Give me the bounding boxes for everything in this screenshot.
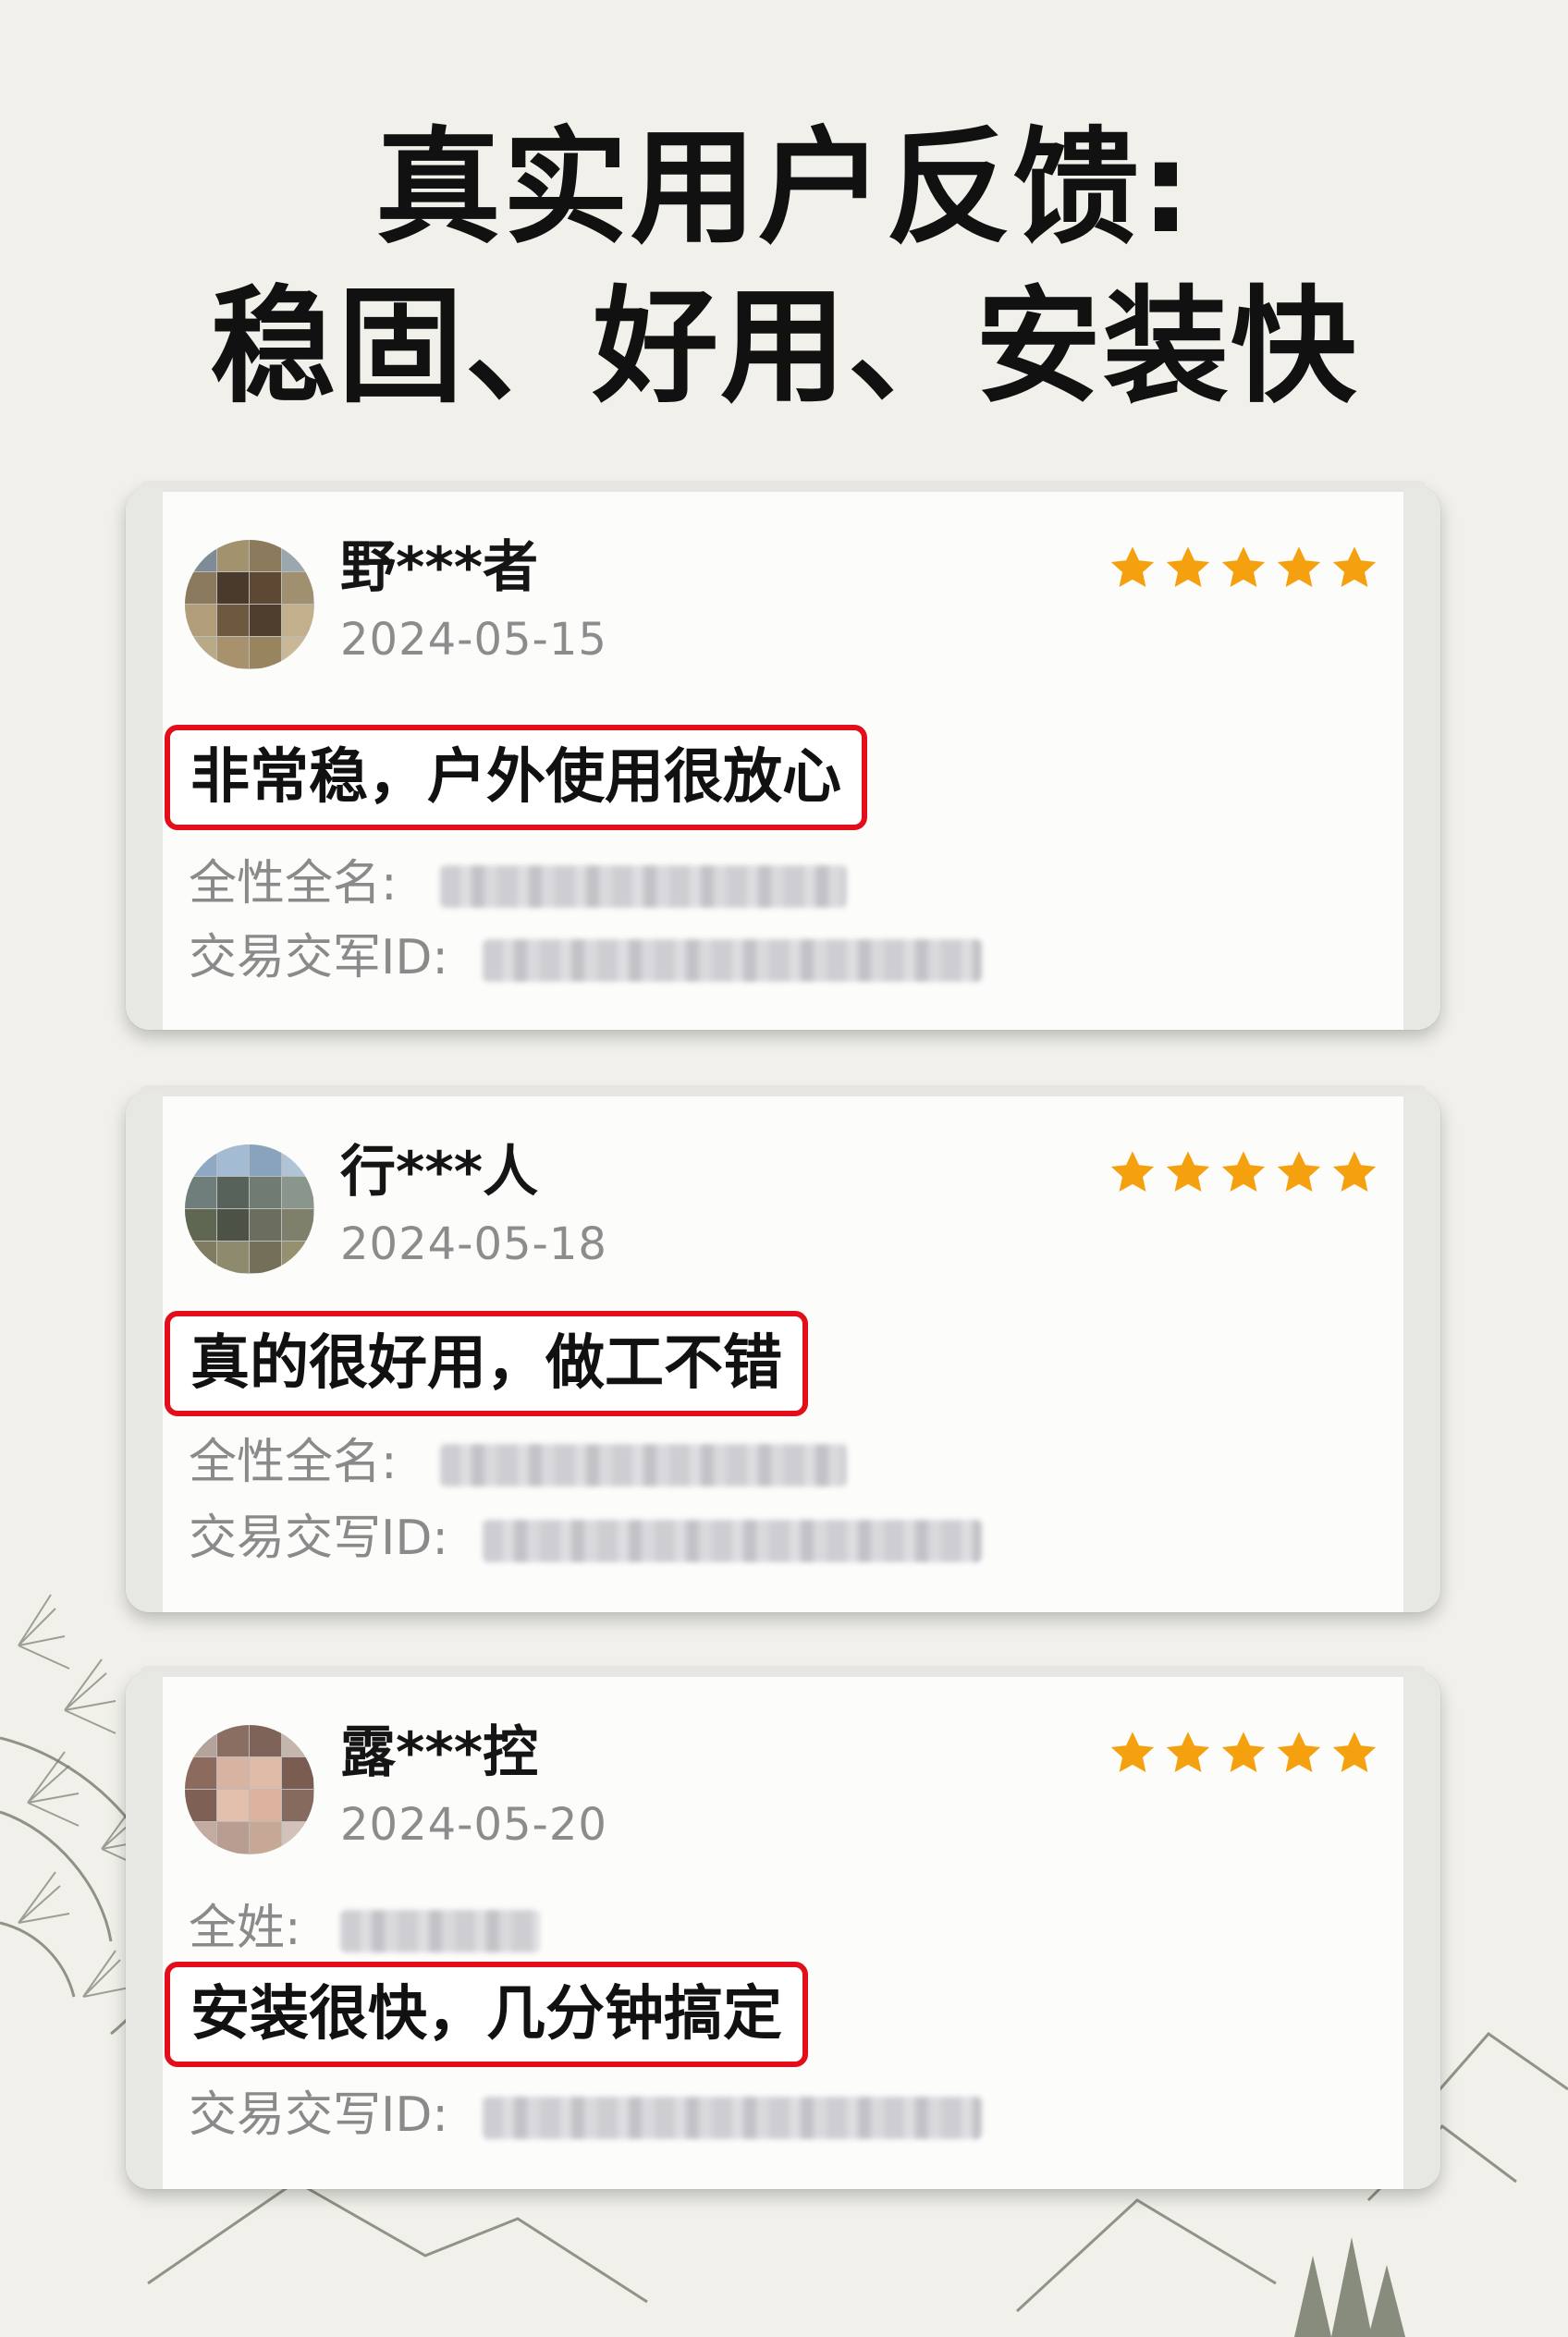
blurred-value — [440, 1444, 847, 1487]
star-icon — [1166, 1731, 1210, 1773]
reviewer-name: 行***人 — [340, 1140, 539, 1205]
star-rating — [1108, 1148, 1379, 1198]
review-date: 2024-05-20 — [340, 1799, 607, 1851]
star-icon — [1332, 1151, 1377, 1193]
highlighted-review-text: 非常稳，户外使用很放心 — [165, 725, 867, 830]
star-rating — [1108, 1729, 1379, 1779]
field-label-name: 全性全名: — [189, 1435, 398, 1490]
star-icon — [1277, 1731, 1321, 1773]
blurred-value — [483, 1520, 982, 1562]
field-label-name: 全姓: — [189, 1901, 301, 1956]
star-icon — [1110, 1151, 1155, 1193]
field-label-name: 全性全名: — [189, 856, 398, 912]
review-card: 野***者 2024-05-15 非常稳，户外使用很放心 全性全名: 交易交军I… — [126, 481, 1440, 1030]
blurred-value — [440, 865, 847, 908]
card-edge — [126, 1091, 163, 1612]
blurred-value — [483, 2097, 982, 2139]
star-icon — [1277, 1151, 1321, 1193]
star-icon — [1277, 546, 1321, 588]
star-icon — [1332, 546, 1377, 588]
card-edge — [1403, 1091, 1440, 1612]
review-date: 2024-05-18 — [340, 1218, 607, 1270]
headline-line-2: 稳固、好用、安装快 — [210, 275, 1358, 421]
star-rating — [1108, 544, 1379, 593]
star-icon — [1221, 546, 1266, 588]
star-icon — [1332, 1731, 1377, 1773]
review-card: 行***人 2024-05-18 真的很好用，做工不错 全性全名: 交易交写ID… — [126, 1085, 1440, 1612]
highlighted-review-text: 安装很快，几分钟搞定 — [165, 1962, 808, 2067]
star-icon — [1166, 546, 1210, 588]
headline-line-1: 真实用户反馈: — [374, 116, 1194, 262]
star-icon — [1166, 1151, 1210, 1193]
card-edge — [1403, 486, 1440, 1030]
card-edge — [126, 1671, 163, 2189]
review-card: 露***控 2024-05-20 全姓: 安装很快，几分钟搞定 交易交写ID: — [126, 1666, 1440, 2189]
field-label-transaction-id: 交易交军ID: — [189, 930, 448, 985]
star-icon — [1221, 1151, 1266, 1193]
field-label-transaction-id: 交易交写ID: — [189, 1511, 448, 1566]
highlighted-review-text: 真的很好用，做工不错 — [165, 1311, 808, 1416]
card-edge — [126, 486, 163, 1030]
star-icon — [1110, 1731, 1155, 1773]
star-icon — [1110, 546, 1155, 588]
avatar — [185, 1144, 314, 1274]
avatar — [185, 540, 314, 669]
field-label-transaction-id: 交易交写ID: — [189, 2087, 448, 2143]
headline: 真实用户反馈: 稳固、好用、安装快 — [0, 109, 1568, 427]
reviewer-name: 野***者 — [340, 535, 539, 600]
avatar — [185, 1725, 314, 1854]
card-edge — [1403, 1671, 1440, 2189]
review-date: 2024-05-15 — [340, 614, 607, 666]
reviewer-name: 露***控 — [340, 1720, 539, 1785]
blurred-value — [483, 939, 982, 982]
blurred-value — [340, 1910, 540, 1952]
star-icon — [1221, 1731, 1266, 1773]
